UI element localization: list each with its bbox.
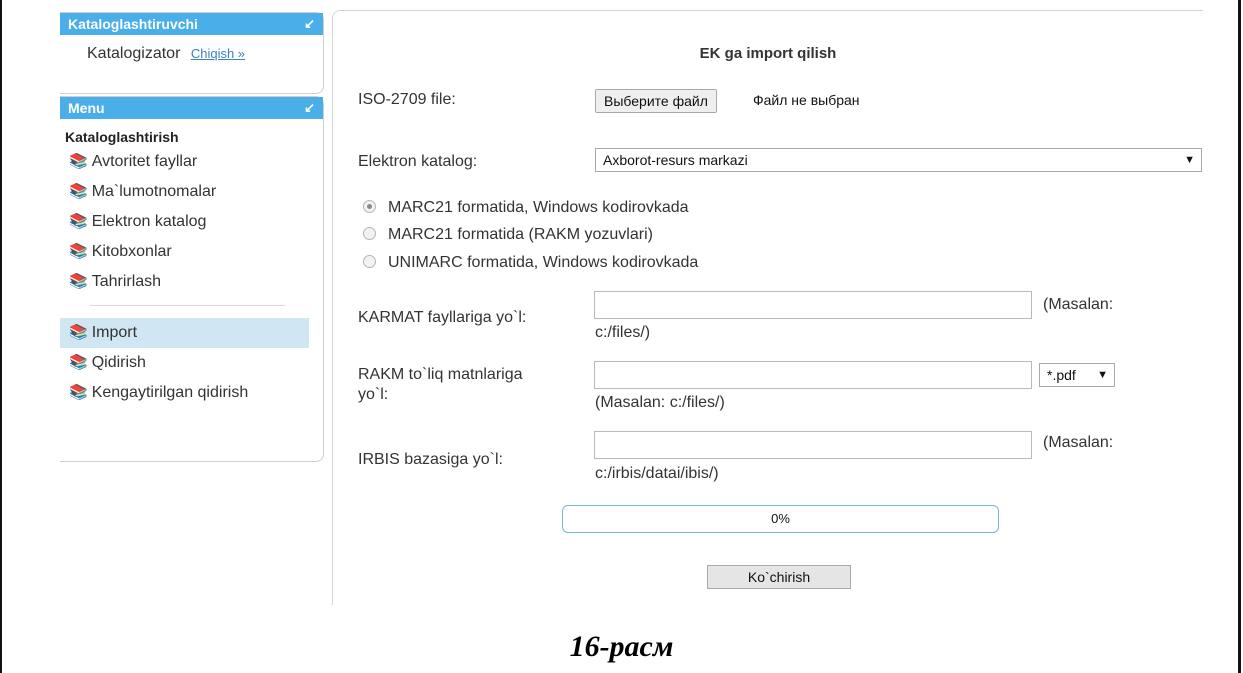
menu-item-label: Import — [91, 324, 138, 341]
menu-item-label: Kitobxonlar — [91, 243, 172, 260]
books-icon: 📚 — [69, 324, 88, 341]
radio-unimarc-windows[interactable]: UNIMARC formatida, Windows kodirovkada — [363, 251, 698, 275]
import-form-panel: EK ga import qilish ISO-2709 file: Выбер… — [332, 10, 1203, 605]
books-icon: 📚 — [69, 273, 88, 290]
books-icon: 📚 — [69, 243, 88, 260]
radio-label: UNIMARC formatida, Windows kodirovkada — [388, 254, 699, 271]
dropdown-arrow-icon: ▼ — [1097, 369, 1108, 381]
rakm-path-label-line1: RAKM to`liq matnlariga — [358, 366, 523, 383]
menu-item-label: Avtoritet fayllar — [91, 153, 198, 170]
iso-file-label: ISO-2709 file: — [358, 91, 456, 108]
books-icon: 📚 — [69, 183, 88, 200]
catalogger-panel: Kataloglashtiruvchi ↙ Katalogizator Chiq… — [60, 12, 324, 94]
catalog-label: Elektron katalog: — [358, 153, 478, 170]
books-icon: 📚 — [69, 153, 88, 170]
logout-link[interactable]: Chiqish » — [191, 46, 245, 61]
radio-label: MARC21 formatida (RAKM yozuvlari) — [388, 226, 653, 243]
radio-button[interactable] — [363, 227, 376, 241]
choose-file-button[interactable]: Выберите файл — [595, 89, 717, 113]
progress-bar: 0% — [562, 505, 999, 533]
menu-divider — [90, 305, 285, 306]
file-extension-value: *.pdf — [1047, 367, 1076, 383]
page-title: EK ga import qilish — [699, 45, 837, 62]
menu-panel: Menu ↙ Kataloglashtirish 📚 Avtoritet fayl… — [60, 96, 324, 462]
irbis-path-label: IRBIS bazasiga yo`l: — [358, 451, 503, 468]
frame-left-border — [0, 0, 2, 673]
karmat-path-label: KARMAT fayllariga yo`l: — [358, 309, 527, 326]
menu-item-qidirish[interactable]: 📚 Qidirish — [60, 348, 323, 378]
rakm-path-label-line2: yo`l: — [358, 386, 389, 403]
irbis-example-path: c:/irbis/datai/ibis/) — [595, 465, 719, 482]
books-icon: 📚 — [69, 384, 88, 401]
books-icon: 📚 — [69, 354, 88, 371]
catalogger-panel-title: Kataloglashtiruvchi — [68, 16, 198, 32]
radio-button-checked[interactable] — [363, 200, 376, 214]
copy-button[interactable]: Ko`chirish — [707, 565, 851, 589]
radio-marc21-rakm[interactable]: MARC21 formatida (RAKM yozuvlari) — [363, 223, 653, 247]
irbis-path-input[interactable] — [594, 431, 1032, 459]
books-icon: 📚 — [69, 213, 88, 230]
karmat-example-path: c:/files/) — [595, 324, 651, 341]
file-status: Файл не выбран — [753, 92, 860, 108]
menu-item-label: Kengaytirilgan qidirish — [91, 384, 249, 401]
frame-right-border — [1238, 0, 1241, 673]
menu-item-label: Elektron katalog — [91, 213, 207, 230]
dropdown-arrow-icon: ▼ — [1184, 154, 1195, 166]
collapse-icon[interactable]: ↙ — [304, 97, 315, 119]
irbis-example-note: (Masalan: — [1043, 434, 1114, 451]
collapse-icon[interactable]: ↙ — [304, 13, 315, 35]
menu-item-label: Ma`lumotnomalar — [91, 183, 217, 200]
catalog-select[interactable]: Axborot-resurs markazi ▼ — [595, 148, 1202, 172]
rakm-path-input[interactable] — [594, 361, 1032, 389]
catalog-select-value: Axborot-resurs markazi — [603, 152, 748, 168]
file-extension-select[interactable]: *.pdf ▼ — [1039, 363, 1115, 387]
menu-item-kengaytirilgan-qidirish[interactable]: 📚 Kengaytirilgan qidirish — [60, 378, 323, 408]
user-row: Katalogizator Chiqish » — [60, 45, 323, 63]
menu-panel-title: Menu — [68, 100, 105, 116]
menu-item-label: Qidirish — [91, 354, 146, 371]
menu-item-kitobxonlar[interactable]: 📚 Kitobxonlar — [60, 237, 323, 267]
menu-item-import[interactable]: 📚 Import — [60, 318, 309, 348]
figure-caption: 16-расм — [569, 630, 674, 663]
catalogger-panel-header: Kataloglashtiruvchi ↙ — [60, 13, 323, 35]
menu-item-avtoritet-fayllar[interactable]: 📚 Avtoritet fayllar — [60, 147, 323, 177]
karmat-example-note: (Masalan: — [1043, 296, 1114, 313]
menu-item-elektron-katalog[interactable]: 📚 Elektron katalog — [60, 207, 323, 237]
radio-button[interactable] — [363, 255, 376, 269]
radio-label: MARC21 formatida, Windows kodirovkada — [388, 199, 689, 216]
menu-section-title: Kataloglashtirish — [65, 129, 179, 145]
menu-panel-header: Menu ↙ — [60, 97, 323, 119]
radio-marc21-windows[interactable]: MARC21 formatida, Windows kodirovkada — [363, 196, 689, 220]
menu-item-tahrirlash[interactable]: 📚 Tahrirlash — [60, 267, 323, 297]
progress-text: 0% — [771, 511, 790, 526]
menu-item-malumotnomalar[interactable]: 📚 Ma`lumotnomalar — [60, 177, 323, 207]
menu-item-label: Tahrirlash — [91, 273, 162, 290]
rakm-example-note: (Masalan: c:/files/) — [595, 394, 725, 411]
karmat-path-input[interactable] — [594, 291, 1032, 319]
user-name: Katalogizator — [87, 45, 181, 62]
